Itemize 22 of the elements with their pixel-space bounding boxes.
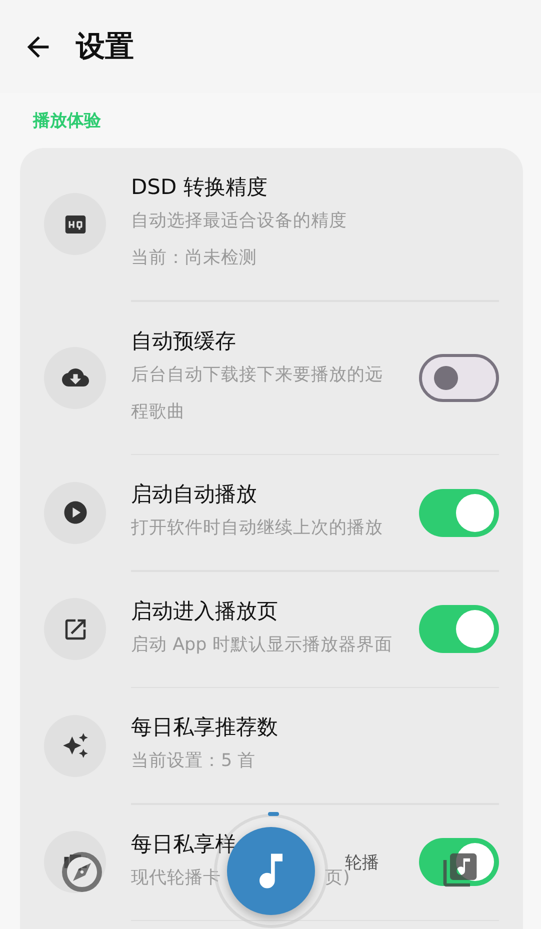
setting-title: 启动自动播放 xyxy=(131,481,258,508)
section-label: 播放体验 xyxy=(32,110,102,133)
toggle-switch[interactable] xyxy=(419,605,499,653)
setting-title: DSD 转换精度 xyxy=(131,174,268,201)
setting-description: 当前：尚未检测 xyxy=(131,247,258,270)
setting-description: 页) xyxy=(325,868,350,890)
setting-description: 现代轮播卡 xyxy=(131,866,221,890)
toggle-switch[interactable] xyxy=(419,354,499,402)
setting-title: 启动进入播放页 xyxy=(131,598,279,624)
setting-title: 每日私享样 xyxy=(131,830,237,858)
toggle-switch[interactable] xyxy=(419,488,499,536)
setting-description: 后台自动下载接下来要播放的远程歌曲 xyxy=(131,364,384,424)
progress-indicator xyxy=(268,812,279,816)
setting-title: 自动预缓存 xyxy=(131,328,237,354)
sparkle-icon xyxy=(62,732,88,759)
setting-description: 当前设置：5 首 xyxy=(131,750,257,773)
setting-description: 打开软件时自动继续上次的播放 xyxy=(131,517,384,540)
setting-title: 每日私享推荐数 xyxy=(131,714,279,741)
setting-description: 自动选择最适合设备的精度 xyxy=(131,210,348,233)
page-title: 设置 xyxy=(76,28,134,64)
setting-description: 启动 App 时默认显示播放器界面 xyxy=(131,634,394,656)
play-icon xyxy=(62,499,88,526)
